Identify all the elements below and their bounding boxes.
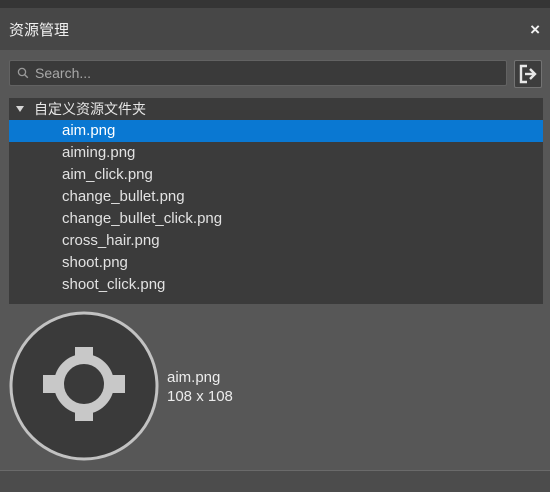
image-preview — [9, 311, 159, 461]
bottom-bar — [0, 471, 550, 492]
search-icon — [17, 67, 29, 79]
search-box[interactable] — [9, 60, 507, 86]
caret-down-icon[interactable] — [16, 106, 24, 112]
export-button[interactable] — [514, 60, 542, 88]
preview-dimensions: 108 x 108 — [167, 388, 233, 405]
file-item[interactable]: shoot_click.png — [9, 274, 543, 296]
aim-reticle-icon — [9, 311, 159, 461]
preview-filename: aim.png — [167, 369, 221, 386]
search-input[interactable] — [29, 64, 506, 82]
file-item[interactable]: cross_hair.png — [9, 230, 543, 252]
folder-label: 自定义资源文件夹 — [34, 101, 146, 117]
file-item[interactable]: change_bullet_click.png — [9, 208, 543, 230]
folder-row[interactable]: 自定义资源文件夹 — [9, 98, 543, 120]
close-icon[interactable]: × — [530, 21, 540, 38]
panel-title: 资源管理 — [9, 21, 70, 39]
panel-header: 资源管理 × — [0, 8, 550, 50]
file-item[interactable]: aiming.png — [9, 142, 543, 164]
file-item[interactable]: aim_click.png — [9, 164, 543, 186]
file-item[interactable]: shoot.png — [9, 252, 543, 274]
preview-info: aim.png 108 x 108 — [167, 368, 233, 406]
top-strip — [0, 0, 550, 8]
export-icon — [518, 64, 538, 84]
asset-tree: 自定义资源文件夹 aim.png aiming.png aim_click.pn… — [9, 98, 543, 304]
file-item[interactable]: change_bullet.png — [9, 186, 543, 208]
file-item[interactable]: aim.png — [9, 120, 543, 142]
